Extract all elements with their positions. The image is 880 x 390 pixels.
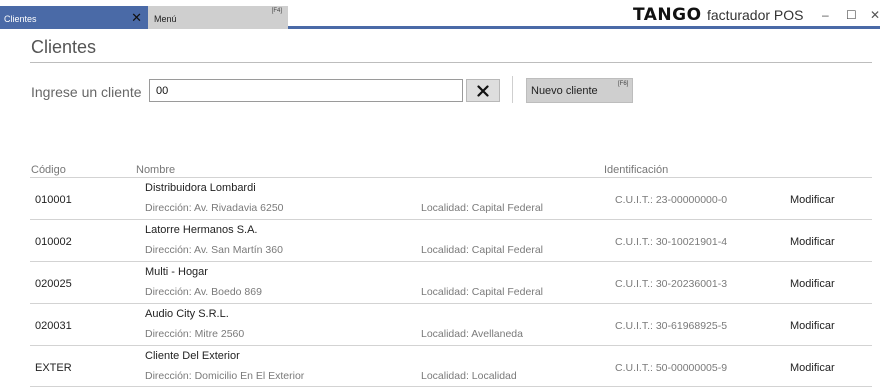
modify-button[interactable]: Modificar <box>790 278 835 290</box>
clear-search-button[interactable] <box>466 79 500 102</box>
divider <box>30 62 872 63</box>
client-code: 010002 <box>35 236 72 248</box>
client-name: Latorre Hermanos S.A. <box>145 224 258 236</box>
table-row[interactable]: 010001 Distribuidora Lombardi Dirección:… <box>30 177 872 219</box>
toolbar-separator <box>512 76 513 103</box>
client-address: Dirección: Domicilio En El Exterior <box>145 370 305 382</box>
client-tax-id: C.U.I.T.: 30-10021901-4 <box>615 236 728 248</box>
tab-clientes-label: Clientes <box>4 14 37 24</box>
minimize-icon[interactable]: – <box>822 8 829 22</box>
client-name: Distribuidora Lombardi <box>145 182 256 194</box>
tango-logo: TANGO <box>633 5 702 25</box>
clear-x-icon <box>477 84 489 97</box>
modify-button[interactable]: Modificar <box>790 194 835 206</box>
client-locality: Localidad: Avellaneda <box>421 328 523 340</box>
tab-menu-label: Menú <box>154 14 177 24</box>
close-icon[interactable]: ✕ <box>131 10 142 26</box>
modify-button[interactable]: Modificar <box>790 362 835 374</box>
column-header-identificacion: Identificación <box>604 164 669 176</box>
client-address: Dirección: Av. Boedo 869 <box>145 286 262 298</box>
window-close-icon[interactable]: ✕ <box>870 8 880 22</box>
client-address: Dirección: Mitre 2560 <box>145 328 245 340</box>
column-header-codigo: Código <box>31 164 66 176</box>
client-tax-id: C.U.I.T.: 30-61968925-5 <box>615 320 728 332</box>
client-locality: Localidad: Localidad <box>421 370 517 382</box>
maximize-icon[interactable]: ☐ <box>846 8 857 22</box>
search-input[interactable] <box>149 79 463 102</box>
search-label: Ingrese un cliente <box>31 84 142 100</box>
table-row[interactable]: EXTER Cliente Del Exterior Dirección: Do… <box>30 345 872 387</box>
new-client-button[interactable]: Nuevo cliente [F6] <box>526 78 633 103</box>
tab-menu[interactable]: Menú [F4] <box>148 6 288 29</box>
new-client-label: Nuevo cliente <box>531 85 598 97</box>
client-name: Cliente Del Exterior <box>145 350 240 362</box>
top-bar: Clientes ✕ Menú [F4] TANGO facturador PO… <box>0 0 880 29</box>
client-code: EXTER <box>35 362 72 374</box>
client-locality: Localidad: Capital Federal <box>421 286 543 298</box>
page-title: Clientes <box>31 37 97 57</box>
table-row[interactable]: 020025 Multi - Hogar Dirección: Av. Boed… <box>30 261 872 303</box>
table-row[interactable]: 020031 Audio City S.R.L. Dirección: Mitr… <box>30 303 872 345</box>
modify-button[interactable]: Modificar <box>790 236 835 248</box>
client-tax-id: C.U.I.T.: 30-20236001-3 <box>615 278 728 290</box>
tab-menu-shortcut: [F4] <box>271 8 282 14</box>
client-name: Multi - Hogar <box>145 266 208 278</box>
client-name: Audio City S.R.L. <box>145 308 229 320</box>
tab-clientes[interactable]: Clientes ✕ <box>0 6 148 29</box>
table-row[interactable]: 010002 Latorre Hermanos S.A. Dirección: … <box>30 219 872 261</box>
column-header-nombre: Nombre <box>136 164 176 176</box>
client-code: 010001 <box>35 194 72 206</box>
client-code: 020025 <box>35 278 72 290</box>
client-address: Dirección: Av. San Martín 360 <box>145 244 283 256</box>
modify-button[interactable]: Modificar <box>790 320 835 332</box>
client-locality: Localidad: Capital Federal <box>421 202 543 214</box>
client-tax-id: C.U.I.T.: 50-00000005-9 <box>615 362 728 374</box>
client-tax-id: C.U.I.T.: 23-00000000-0 <box>615 194 728 206</box>
new-client-shortcut: [F6] <box>618 81 629 87</box>
app-name: facturador POS <box>707 7 804 23</box>
client-code: 020031 <box>35 320 72 332</box>
client-locality: Localidad: Capital Federal <box>421 244 543 256</box>
client-address: Dirección: Av. Rivadavia 6250 <box>145 202 284 214</box>
